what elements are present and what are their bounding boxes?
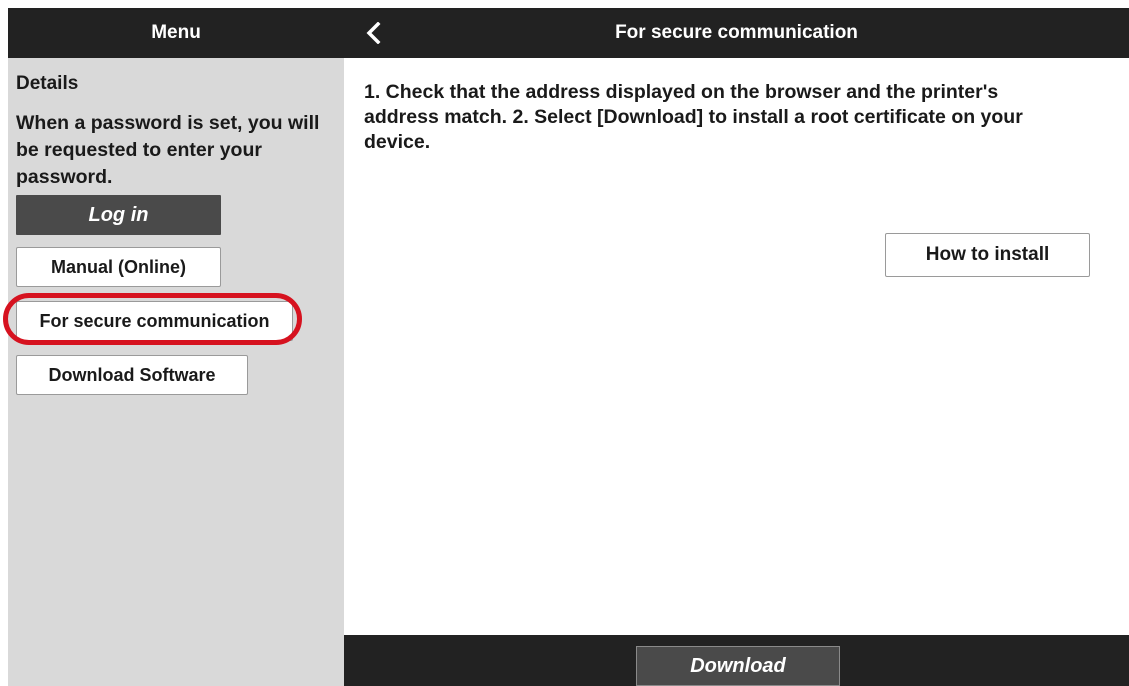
login-button[interactable]: Log in [16,195,221,235]
details-text: When a password is set, you will be requ… [16,112,320,188]
download-button[interactable]: Download [636,646,840,686]
manual-online-label: Manual (Online) [51,256,186,277]
download-button-label: Download [690,654,786,677]
sidebar-header: Menu [8,8,344,58]
footer-bar: Download [344,635,1129,686]
instructions-text: 1. Check that the address displayed on t… [364,81,1023,153]
login-button-label: Log in [88,203,149,226]
details-title: Details [16,73,79,94]
chevron-left-icon [366,22,381,44]
page-title-text: For secure communication [615,22,858,43]
secure-communication-label: For secure communication [39,310,270,331]
sidebar-header-title: Menu [151,22,201,43]
how-to-install-button[interactable]: How to install [885,233,1090,277]
how-to-install-label: How to install [925,244,1050,265]
main-header: For secure communication [344,8,1129,58]
back-button[interactable] [356,16,390,50]
download-software-button[interactable]: Download Software [16,355,248,395]
page-title: For secure communication [344,8,1129,58]
secure-communication-button[interactable]: For secure communication [16,301,293,341]
manual-online-button[interactable]: Manual (Online) [16,247,221,287]
page: Menu Details When a password is set, you… [0,0,1129,686]
download-software-label: Download Software [48,364,216,385]
